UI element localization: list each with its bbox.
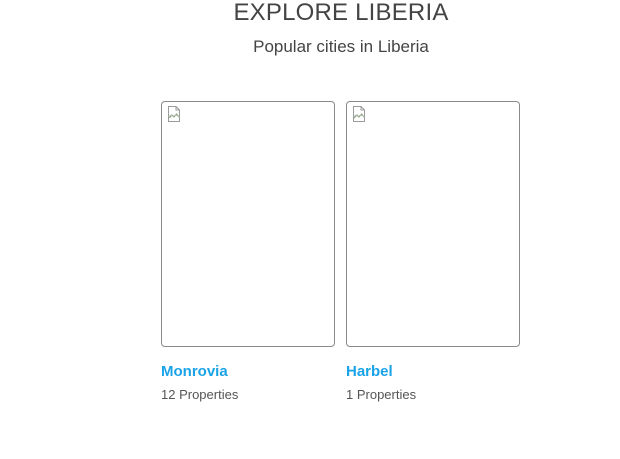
city-link-harbel[interactable]: Harbel [346,363,522,381]
city-card-monrovia: Monrovia 12 Properties [161,101,337,403]
city-link-monrovia[interactable]: Monrovia [161,363,337,381]
city-image-monrovia[interactable] [161,101,335,347]
city-property-count: 12 Properties [161,387,239,402]
page-subtitle: Popular cities in Liberia [253,37,429,56]
broken-image-icon [353,106,365,122]
city-property-count: 1 Properties [346,387,417,402]
city-card-harbel: Harbel 1 Properties [346,101,522,403]
page-title: EXPLORE LIBERIA [233,0,449,26]
city-image-harbel[interactable] [346,101,520,347]
broken-image-icon [168,106,180,122]
